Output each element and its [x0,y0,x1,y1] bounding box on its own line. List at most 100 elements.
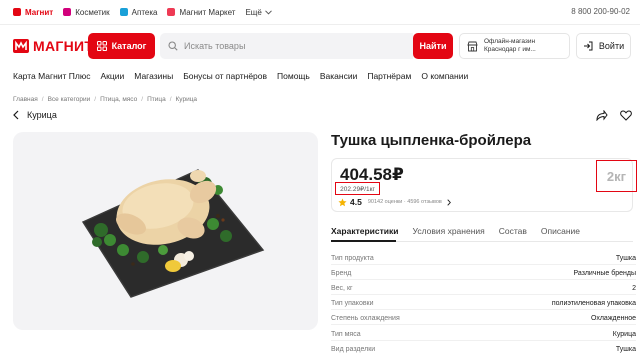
store-line2: Краснодар г им... [484,46,536,53]
spec-value: 2 [632,285,636,292]
search-icon [168,41,178,51]
divider [0,24,640,25]
breadcrumb: Главная / Все категории / Птица, мясо / … [13,96,197,103]
spec-row: Бренд Различные бренды [331,270,636,282]
spec-label: Вес, кг [331,285,353,292]
rating-meta: 90142 оценки · 4596 отзывов [367,199,442,205]
spec-label: Вид разделки [331,346,376,353]
login-button[interactable]: Войти [576,33,631,59]
spec-row: Тип продукта Тушка [331,255,636,267]
weight-value: 2кг [606,168,627,184]
login-label: Войти [598,41,625,51]
nav-item[interactable]: Помощь [277,71,310,81]
back-label: Курица [27,110,57,120]
login-icon [583,41,593,51]
spec-divider [331,279,636,280]
tab-description[interactable]: Описание [541,226,580,242]
toplink-kosmetik[interactable]: Косметик [63,7,110,17]
store-line1: Офлайн-магазин [484,38,536,45]
spec-label: Тип продукта [331,255,374,262]
store-selector[interactable]: Офлайн-магазин Краснодар г им... [459,33,570,59]
grid-icon [96,41,107,51]
toplink-label: Магнит Маркет [179,7,236,17]
more-label: Ещё [245,7,262,17]
spec-value: Тушка [615,255,636,262]
share-icon[interactable] [596,110,608,121]
tab-composition[interactable]: Состав [499,226,527,242]
spec-value: Тушка [615,346,636,353]
breadcrumb-item[interactable]: Главная [13,96,38,103]
nav-item[interactable]: Карта Магнит Плюс [13,71,91,81]
spec-divider [331,309,636,310]
spec-row: Степень охлаждения Охлажденное [331,315,636,327]
spec-divider [331,324,636,325]
breadcrumb-item[interactable]: Все категории [48,96,91,103]
heart-icon[interactable] [620,110,632,121]
spec-row: Вес, кг 2 [331,285,636,297]
more-menu[interactable]: Ещё [245,7,272,17]
spec-label: Степень охлаждения [331,315,400,322]
main-nav: Карта Магнит Плюс Акции Магазины Бонусы … [13,71,478,81]
nav-item[interactable]: Магазины [134,71,173,81]
spec-value: Курица [612,331,636,338]
store-text: Офлайн-магазин Краснодар г им... [484,38,536,54]
star-icon [338,197,347,206]
search-input[interactable] [184,41,404,51]
spec-divider [331,294,636,295]
spec-value: полиэтиленовая упаковка [551,300,636,307]
phone-number[interactable]: 8 800 200-90-02 [571,7,630,16]
chevron-down-icon [264,9,272,15]
shop-icon [467,41,478,51]
breadcrumb-separator: / [141,96,144,103]
breadcrumb-separator: / [41,96,44,103]
toplink-label: Косметик [75,7,110,17]
spec-row: Вид разделки Тушка [331,346,636,358]
breadcrumb-item[interactable]: Птица [147,96,166,103]
weight-badge: 2кг [596,160,637,192]
find-button[interactable]: Найти [413,33,453,59]
toplink-apteka[interactable]: Аптека [119,7,158,17]
active-tab-indicator [331,240,396,242]
nav-item[interactable]: Партнёрам [367,71,411,81]
toplink-label: Магнит [25,7,54,17]
toplink-magnit[interactable]: Магнит [13,8,53,17]
magnit-logo-icon [13,39,29,53]
spec-value: Охлажденное [590,315,636,322]
breadcrumb-item[interactable]: Птица, мясо [100,96,137,103]
spec-label: Бренд [331,270,352,277]
spec-divider [331,340,636,341]
top-strip: Магнит Косметик Аптека Магнит Маркет Ещё [0,0,640,24]
logo[interactable]: МАГНИТ [13,38,93,54]
market-icon [167,8,176,16]
kosmetik-icon [63,8,72,16]
back-link[interactable]: Курица [13,110,57,120]
chicken-illustration [81,169,265,298]
toplink-market[interactable]: Магнит Маркет [167,8,235,17]
spec-label: Тип упаковки [331,300,374,307]
magnit-icon [13,8,21,16]
rating-value: 4.5 [350,197,362,207]
rating-link[interactable]: 4.5 90142 оценки · 4596 отзывов [338,197,451,207]
spec-value: Различные бренды [573,270,636,277]
nav-item[interactable]: О компании [421,71,468,81]
toplink-label: Аптека [131,7,158,17]
nav-item[interactable]: Бонусы от партнёров [183,71,267,81]
tab-storage[interactable]: Условия хранения [412,226,484,242]
chevron-right-icon [447,198,451,206]
catalog-label: Каталог [111,41,147,51]
catalog-button[interactable]: Каталог [88,33,155,59]
chevron-left-icon [13,110,19,120]
spec-row: Тип упаковки полиэтиленовая упаковка [331,300,636,312]
breadcrumb-separator: / [169,96,172,103]
nav-item[interactable]: Акции [101,71,125,81]
breadcrumb-separator: / [94,96,97,103]
product-title: Тушка цыпленка-бройлера [331,132,532,149]
nav-item[interactable]: Вакансии [320,71,357,81]
breadcrumb-item[interactable]: Курица [176,96,198,103]
product-image[interactable] [13,132,318,330]
search-bar [160,33,413,59]
apteka-icon [119,8,128,16]
spec-label: Тип мяса [331,331,361,338]
spec-divider [331,264,636,265]
logo-text: МАГНИТ [33,38,94,54]
